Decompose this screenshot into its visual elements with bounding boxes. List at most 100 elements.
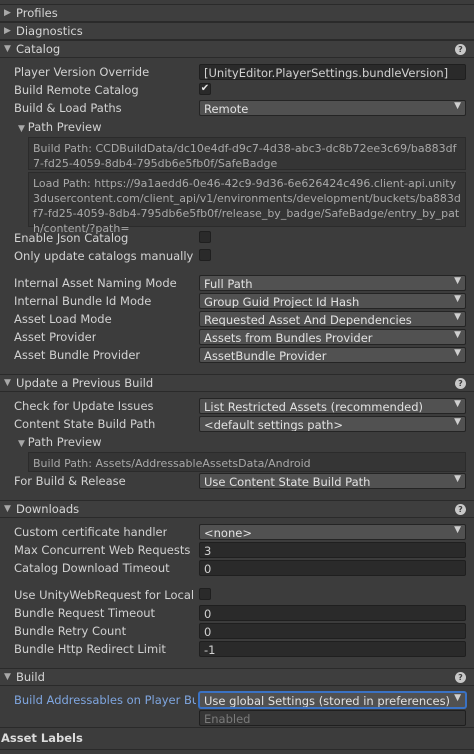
dropdown-value: Full Path bbox=[204, 277, 253, 291]
player-version-override-label: Player Version Override bbox=[14, 65, 150, 79]
expanded-arrow-icon: ▼ bbox=[18, 439, 28, 449]
asset-provider-label: Asset Provider bbox=[14, 330, 97, 344]
internal-asset-naming-dropdown[interactable]: Full Path ▼ bbox=[199, 275, 466, 291]
collapsed-arrow-icon: ▶ bbox=[4, 26, 11, 36]
dropdown-value: Group Guid Project Id Hash bbox=[204, 295, 360, 309]
section-title: Downloads bbox=[16, 502, 80, 516]
section-header-build[interactable]: ▼ Build ? bbox=[0, 668, 474, 686]
update-path-preview-foldout[interactable]: ▼ Path Preview bbox=[0, 433, 474, 451]
asset-bundle-provider-row: Asset Bundle Provider AssetBundle Provid… bbox=[0, 346, 474, 364]
path-preview-label: Path Preview bbox=[27, 435, 102, 449]
internal-asset-naming-row: Internal Asset Naming Mode Full Path ▼ bbox=[0, 274, 474, 292]
dropdown-value: Use global Settings (stored in preferenc… bbox=[204, 694, 451, 708]
use-uwr-row: Use UnityWebRequest for Local Asse bbox=[0, 586, 474, 604]
enable-json-catalog-label: Enable Json Catalog bbox=[14, 231, 129, 245]
dropdown-value: AssetBundle Provider bbox=[204, 349, 327, 363]
asset-provider-dropdown[interactable]: Assets from Bundles Provider ▼ bbox=[199, 329, 466, 345]
asset-load-mode-label: Asset Load Mode bbox=[14, 312, 112, 326]
dropdown-value: Requested Asset And Dependencies bbox=[204, 313, 412, 327]
only-update-manually-label: Only update catalogs manually bbox=[14, 249, 194, 263]
section-header-catalog[interactable]: ▼ Catalog ? bbox=[0, 40, 474, 58]
bundle-redirect-input[interactable]: -1 bbox=[199, 641, 466, 657]
internal-bundle-id-row: Internal Bundle Id Mode Group Guid Proje… bbox=[0, 292, 474, 310]
section-title: Build bbox=[16, 670, 45, 684]
collapsed-arrow-icon: ▶ bbox=[4, 8, 11, 18]
bundle-redirect-row: Bundle Http Redirect Limit -1 bbox=[0, 640, 474, 658]
enable-json-catalog-row: Enable Json Catalog bbox=[0, 229, 474, 247]
checkmark-icon: ✔ bbox=[200, 83, 210, 94]
help-icon[interactable]: ? bbox=[455, 44, 466, 55]
build-on-player-row: Build Addressables on Player Build Use g… bbox=[0, 691, 474, 709]
content-state-path-dropdown[interactable]: <default settings path> ▼ bbox=[199, 416, 466, 432]
bundle-redirect-label: Bundle Http Redirect Limit bbox=[14, 642, 166, 656]
build-load-paths-label: Build & Load Paths bbox=[14, 101, 122, 115]
chevron-down-icon: ▼ bbox=[454, 101, 461, 111]
help-icon[interactable]: ? bbox=[455, 672, 466, 683]
dropdown-value: List Restricted Assets (recommended) bbox=[204, 400, 423, 414]
for-build-release-dropdown[interactable]: Use Content State Build Path ▼ bbox=[199, 473, 466, 489]
player-version-override-input[interactable]: [UnityEditor.PlayerSettings.bundleVersio… bbox=[199, 64, 466, 80]
chevron-down-icon: ▼ bbox=[454, 399, 461, 409]
section-header-diagnostics[interactable]: ▶ Diagnostics bbox=[0, 22, 474, 40]
chevron-down-icon: ▼ bbox=[454, 417, 461, 427]
chevron-down-icon: ▼ bbox=[454, 348, 461, 358]
bundle-retry-label: Bundle Retry Count bbox=[14, 624, 127, 638]
section-title: Catalog bbox=[16, 42, 61, 56]
build-load-paths-dropdown[interactable]: Remote ▼ bbox=[199, 100, 466, 116]
section-header-profiles[interactable]: ▶ Profiles bbox=[0, 4, 474, 22]
max-requests-row: Max Concurrent Web Requests 3 bbox=[0, 541, 474, 559]
enable-json-catalog-checkbox[interactable] bbox=[199, 231, 211, 243]
chevron-down-icon: ▼ bbox=[454, 294, 461, 304]
cert-handler-row: Custom certificate handler <none> ▼ bbox=[0, 523, 474, 541]
build-on-player-label: Build Addressables on Player Build bbox=[14, 693, 196, 707]
check-update-issues-label: Check for Update Issues bbox=[14, 399, 154, 413]
dropdown-value: Use Content State Build Path bbox=[204, 475, 371, 489]
build-on-player-dropdown[interactable]: Use global Settings (stored in preferenc… bbox=[199, 692, 466, 708]
section-header-downloads[interactable]: ▼ Downloads ? bbox=[0, 500, 474, 518]
max-requests-label: Max Concurrent Web Requests bbox=[14, 543, 191, 557]
asset-labels-title: Asset Labels bbox=[1, 731, 83, 745]
catalog-timeout-row: Catalog Download Timeout 0 bbox=[0, 559, 474, 577]
bundle-timeout-row: Bundle Request Timeout 0 bbox=[0, 604, 474, 622]
expanded-arrow-icon: ▼ bbox=[18, 124, 28, 134]
bundle-timeout-label: Bundle Request Timeout bbox=[14, 606, 156, 620]
asset-bundle-provider-dropdown[interactable]: AssetBundle Provider ▼ bbox=[199, 347, 466, 363]
dropdown-value: Remote bbox=[204, 102, 249, 116]
build-enabled-row: Enabled bbox=[0, 709, 474, 727]
section-header-update-previous-build[interactable]: ▼ Update a Previous Build ? bbox=[0, 374, 474, 392]
chevron-down-icon: ▼ bbox=[454, 312, 461, 322]
build-remote-catalog-checkbox[interactable]: ✔ bbox=[199, 83, 211, 95]
check-update-issues-dropdown[interactable]: List Restricted Assets (recommended) ▼ bbox=[199, 398, 466, 414]
help-icon[interactable]: ? bbox=[455, 378, 466, 389]
only-update-manually-checkbox[interactable] bbox=[199, 249, 211, 261]
catalog-timeout-label: Catalog Download Timeout bbox=[14, 561, 170, 575]
build-enabled-field: Enabled bbox=[199, 710, 466, 726]
asset-load-mode-dropdown[interactable]: Requested Asset And Dependencies ▼ bbox=[199, 311, 466, 327]
max-requests-input[interactable]: 3 bbox=[199, 542, 466, 558]
cert-handler-dropdown[interactable]: <none> ▼ bbox=[199, 524, 466, 540]
catalog-timeout-input[interactable]: 0 bbox=[199, 560, 466, 576]
chevron-down-icon: ▼ bbox=[454, 474, 461, 484]
content-state-path-label: Content State Build Path bbox=[14, 417, 156, 431]
divider bbox=[0, 749, 474, 750]
bundle-retry-input[interactable]: 0 bbox=[199, 623, 466, 639]
expanded-arrow-icon: ▼ bbox=[4, 672, 11, 682]
update-build-path-preview: Build Path: Assets/AddressableAssetsData… bbox=[28, 452, 466, 472]
chevron-down-icon: ▼ bbox=[454, 693, 461, 703]
bundle-timeout-input[interactable]: 0 bbox=[199, 605, 466, 621]
load-path-preview: Load Path: https://9a1aedd6-0e46-42c9-9d… bbox=[28, 172, 466, 235]
internal-asset-naming-label: Internal Asset Naming Mode bbox=[14, 276, 177, 290]
use-uwr-checkbox[interactable] bbox=[199, 588, 211, 600]
asset-bundle-provider-label: Asset Bundle Provider bbox=[14, 348, 141, 362]
section-title: Diagnostics bbox=[16, 24, 83, 38]
divider bbox=[0, 727, 474, 728]
asset-labels-header[interactable]: Asset Labels bbox=[0, 729, 474, 747]
path-preview-label: Path Preview bbox=[27, 120, 102, 134]
dropdown-value: Assets from Bundles Provider bbox=[204, 331, 373, 345]
use-uwr-label: Use UnityWebRequest for Local Asse bbox=[14, 588, 197, 602]
internal-bundle-id-dropdown[interactable]: Group Guid Project Id Hash ▼ bbox=[199, 293, 466, 309]
asset-provider-row: Asset Provider Assets from Bundles Provi… bbox=[0, 328, 474, 346]
chevron-down-icon: ▼ bbox=[454, 330, 461, 340]
path-preview-foldout[interactable]: ▼ Path Preview bbox=[0, 118, 474, 136]
help-icon[interactable]: ? bbox=[455, 504, 466, 515]
